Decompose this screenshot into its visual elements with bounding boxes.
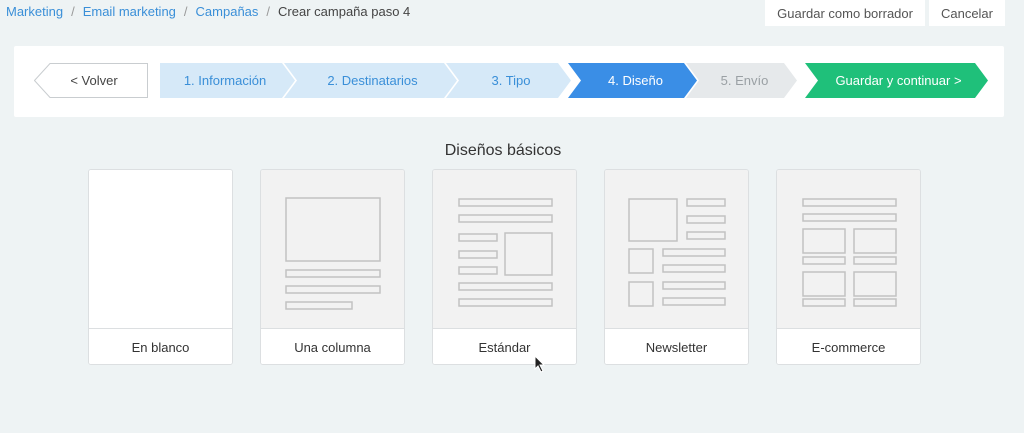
- template-name: Newsletter: [605, 329, 748, 364]
- save-continue-button[interactable]: Guardar y continuar >: [816, 63, 981, 98]
- mouse-cursor-icon: [534, 355, 546, 373]
- blank-layout-icon: [89, 170, 232, 329]
- newsletter-layout-icon: [605, 170, 748, 329]
- template-card-e-commerce[interactable]: E-commerce: [776, 169, 921, 365]
- step-destinatarios[interactable]: 2. Destinatarios: [295, 63, 450, 98]
- step-diseno[interactable]: 4. Diseño: [579, 63, 692, 98]
- breadcrumb-separator: /: [266, 4, 271, 19]
- ecommerce-layout-icon: [777, 170, 920, 329]
- top-actions: Guardar como borrador Cancelar: [765, 0, 1005, 26]
- standard-layout-icon: [433, 170, 576, 329]
- breadcrumb-separator: /: [71, 4, 75, 19]
- breadcrumb-link-campanas[interactable]: Campañas: [196, 4, 259, 19]
- breadcrumb-separator: /: [183, 4, 188, 19]
- template-name: Una columna: [261, 329, 404, 364]
- breadcrumb-current: Crear campaña paso 4: [278, 4, 411, 19]
- template-list: En blanco Una columna Estándar Newslette…: [88, 169, 921, 365]
- save-draft-button[interactable]: Guardar como borrador: [765, 0, 925, 26]
- step-informacion[interactable]: 1. Información: [160, 63, 290, 98]
- template-name: Estándar: [433, 329, 576, 364]
- template-name: En blanco: [89, 329, 232, 364]
- stepper-card: < Volver 1. Información 2. Destinatarios…: [14, 46, 1004, 117]
- template-card-una-columna[interactable]: Una columna: [260, 169, 405, 365]
- template-card-en-blanco[interactable]: En blanco: [88, 169, 233, 365]
- cancel-button[interactable]: Cancelar: [928, 0, 1005, 26]
- template-name: E-commerce: [777, 329, 920, 364]
- template-card-estandar[interactable]: Estándar: [432, 169, 577, 365]
- progress-steps: 1. Información 2. Destinatarios 3. Tipo …: [160, 63, 990, 98]
- breadcrumb: Marketing / Email marketing / Campañas /…: [6, 4, 410, 19]
- step-tipo[interactable]: 3. Tipo: [457, 63, 565, 98]
- section-title: Diseños básicos: [444, 142, 562, 159]
- one-column-layout-icon: [261, 170, 404, 329]
- breadcrumb-link-email-marketing[interactable]: Email marketing: [83, 4, 176, 19]
- back-button[interactable]: < Volver: [34, 63, 148, 98]
- step-envio[interactable]: 5. Envío: [697, 63, 792, 98]
- breadcrumb-link-marketing[interactable]: Marketing: [6, 4, 63, 19]
- back-button-label: < Volver: [70, 73, 118, 88]
- template-card-newsletter[interactable]: Newsletter: [604, 169, 749, 365]
